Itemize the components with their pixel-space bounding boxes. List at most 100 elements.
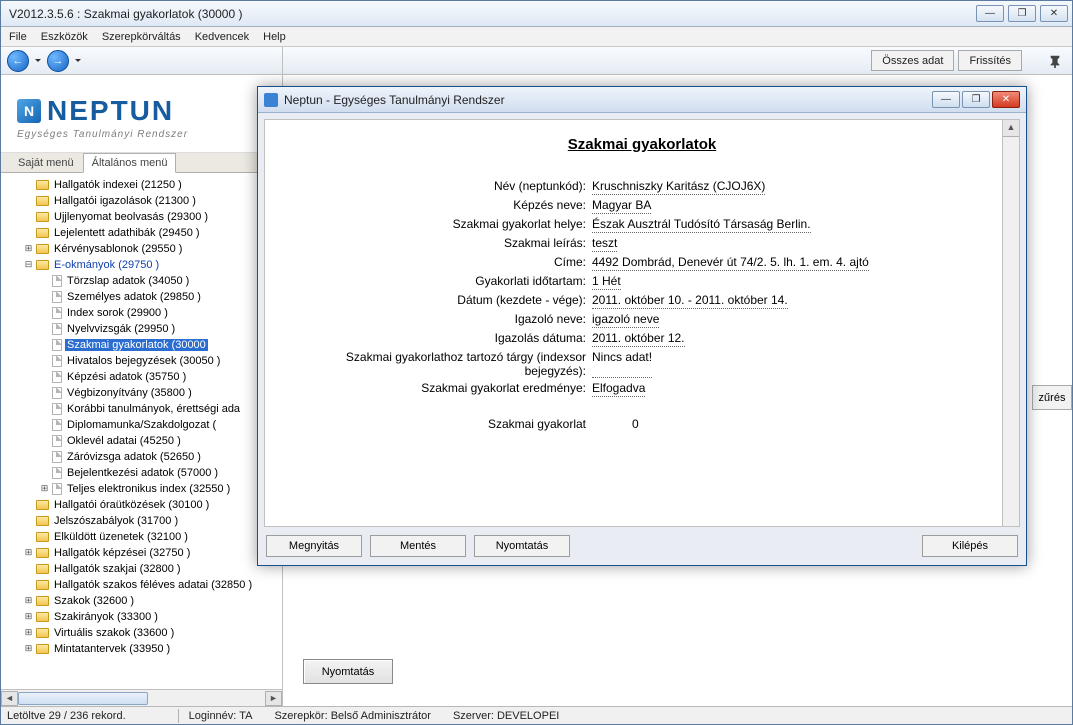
print-button[interactable]: Nyomtatás [303, 659, 393, 684]
folder-icon [36, 516, 49, 526]
dialog-print-button[interactable]: Nyomtatás [474, 535, 570, 557]
tree-item-label: Képzési adatok (35750 ) [65, 371, 188, 383]
dialog-vertical-scrollbar[interactable]: ▲ [1002, 120, 1019, 526]
menu-tools[interactable]: Eszközök [41, 31, 88, 43]
tree-item[interactable]: Diplomamunka/Szakdolgozat ( [1, 417, 282, 433]
tree-item[interactable]: ⊞Szakirányok (33300 ) [1, 609, 282, 625]
page-icon [52, 403, 62, 415]
expand-icon[interactable]: ⊞ [23, 596, 34, 607]
logo-text: NEPTUN [47, 95, 174, 127]
expand-icon[interactable]: ⊞ [23, 244, 34, 255]
expand-placeholder [39, 420, 50, 431]
tree-item[interactable]: Ujjlenyomat beolvasás (29300 ) [1, 209, 282, 225]
tree-item[interactable]: Képzési adatok (35750 ) [1, 369, 282, 385]
menubar: File Eszközök Szerepkörváltás Kedvencek … [1, 27, 1072, 47]
expand-icon[interactable]: ⊞ [23, 612, 34, 623]
tree-item[interactable]: Személyes adatok (29850 ) [1, 289, 282, 305]
page-icon [52, 291, 62, 303]
tree-item[interactable]: Záróvizsga adatok (52650 ) [1, 449, 282, 465]
folder-icon [36, 196, 49, 206]
collapse-icon[interactable]: ⊟ [23, 260, 34, 271]
menu-favorites[interactable]: Kedvencek [195, 31, 249, 43]
field-label: Szakmai gyakorlat eredménye: [287, 381, 592, 397]
tree-item[interactable]: Hallgatói igazolások (21300 ) [1, 193, 282, 209]
tree-item[interactable]: ⊞Virtuális szakok (33600 ) [1, 625, 282, 641]
minimize-button[interactable]: — [976, 5, 1004, 22]
folder-icon [36, 612, 49, 622]
field-value: Kruschniszky Karitász (CJOJ6X) [592, 179, 765, 195]
tab-own-menu[interactable]: Saját menü [9, 153, 83, 173]
tree-item[interactable]: Hallgatók szakos féléves adatai (32850 ) [1, 577, 282, 593]
folder-icon [36, 180, 49, 190]
maximize-button[interactable]: ❐ [1008, 5, 1036, 22]
dialog-exit-button[interactable]: Kilépés [922, 535, 1018, 557]
expand-icon[interactable]: ⊞ [39, 484, 50, 495]
expand-icon[interactable]: ⊞ [23, 644, 34, 655]
tree-item[interactable]: Elküldött üzenetek (32100 ) [1, 529, 282, 545]
field-value: Magyar BA [592, 198, 651, 214]
tree-item[interactable]: Hallgatók szakjai (32800 ) [1, 561, 282, 577]
tree-item-label: Diplomamunka/Szakdolgozat ( [65, 419, 218, 431]
page-icon [52, 467, 62, 479]
dialog-minimize-button[interactable]: — [932, 91, 960, 108]
tree-item[interactable]: ⊟E-okmányok (29750 ) [1, 257, 282, 273]
dialog-save-button[interactable]: Mentés [370, 535, 466, 557]
tree-item[interactable]: Végbizonyítvány (35800 ) [1, 385, 282, 401]
filter-button[interactable]: zűrés [1032, 385, 1072, 410]
tree-item[interactable]: ⊞Kérvénysablonok (29550 ) [1, 241, 282, 257]
close-button[interactable]: ✕ [1040, 5, 1068, 22]
tree-item[interactable]: Korábbi tanulmányok, érettségi ada [1, 401, 282, 417]
dialog-heading: Szakmai gyakorlatok [287, 136, 997, 153]
dialog-maximize-button[interactable]: ❐ [962, 91, 990, 108]
tree-item-label: Személyes adatok (29850 ) [65, 291, 203, 303]
expand-placeholder [39, 372, 50, 383]
nav-back-button[interactable]: ← [7, 50, 29, 72]
tree-item[interactable]: Lejelentett adathibák (29450 ) [1, 225, 282, 241]
refresh-button[interactable]: Frissítés [958, 50, 1022, 71]
expand-placeholder [23, 212, 34, 223]
tree-item[interactable]: ⊞ Teljes elektronikus index (32550 ) [1, 481, 282, 497]
dialog-open-button[interactable]: Megnyitás [266, 535, 362, 557]
expand-icon[interactable]: ⊞ [23, 548, 34, 559]
tree-item[interactable]: Nyelvvizsgák (29950 ) [1, 321, 282, 337]
dialog-close-button[interactable]: ✕ [992, 91, 1020, 108]
logo: N NEPTUN Egységes Tanulmányi Rendszer [1, 75, 282, 153]
tree-item[interactable]: Bejelentkezési adatok (57000 ) [1, 465, 282, 481]
expand-icon[interactable]: ⊞ [23, 628, 34, 639]
expand-placeholder [23, 180, 34, 191]
summary-label: Szakmai gyakorlat [287, 417, 592, 432]
tree-item[interactable]: ⊞Hallgatók képzései (32750 ) [1, 545, 282, 561]
tab-general-menu[interactable]: Általános menü [83, 153, 177, 173]
tree-item[interactable]: ⊞Szakok (32600 ) [1, 593, 282, 609]
all-data-button[interactable]: Összes adat [871, 50, 954, 71]
status-role: Szerepkör: Belső Adminisztrátor [274, 710, 431, 722]
tree-item-label: Teljes elektronikus index (32550 ) [65, 483, 232, 495]
tree-item[interactable]: Hallgatói óraütközések (30100 ) [1, 497, 282, 513]
tree-item[interactable]: Hallgatók indexei (21250 ) [1, 177, 282, 193]
tree-item[interactable]: Hivatalos bejegyzések (30050 ) [1, 353, 282, 369]
tree-item[interactable]: Index sorok (29900 ) [1, 305, 282, 321]
tree-item[interactable]: Jelszószabályok (31700 ) [1, 513, 282, 529]
pin-icon[interactable] [1046, 52, 1064, 70]
nav-forward-dropdown[interactable] [75, 59, 81, 62]
menu-role[interactable]: Szerepkörváltás [102, 31, 181, 43]
field-label: Dátum (kezdete - vége): [287, 293, 592, 309]
tree-item-label: Index sorok (29900 ) [65, 307, 170, 319]
nav-forward-button[interactable]: → [47, 50, 69, 72]
menu-help[interactable]: Help [263, 31, 286, 43]
expand-placeholder [39, 356, 50, 367]
page-icon [52, 339, 62, 351]
tree-horizontal-scrollbar[interactable]: ◄► [1, 689, 282, 706]
tree-item[interactable]: Szakmai gyakorlatok (30000 [1, 337, 282, 353]
tree-item[interactable]: Oklevél adatai (45250 ) [1, 433, 282, 449]
tree-item-label: Hallgatói óraütközések (30100 ) [52, 499, 211, 511]
nav-back-dropdown[interactable] [35, 59, 41, 62]
field-label: Igazolás dátuma: [287, 331, 592, 347]
tree-item[interactable]: Törzslap adatok (34050 ) [1, 273, 282, 289]
tree-item[interactable]: ⊞Mintatantervek (33950 ) [1, 641, 282, 657]
tree-item-label: Hallgatók szakos féléves adatai (32850 ) [52, 579, 254, 591]
menu-file[interactable]: File [9, 31, 27, 43]
tree[interactable]: Hallgatók indexei (21250 ) Hallgatói igaz… [1, 173, 282, 689]
dialog-title: Neptun - Egységes Tanulmányi Rendszer [284, 93, 932, 107]
tree-item-label: Hallgatók indexei (21250 ) [52, 179, 184, 191]
